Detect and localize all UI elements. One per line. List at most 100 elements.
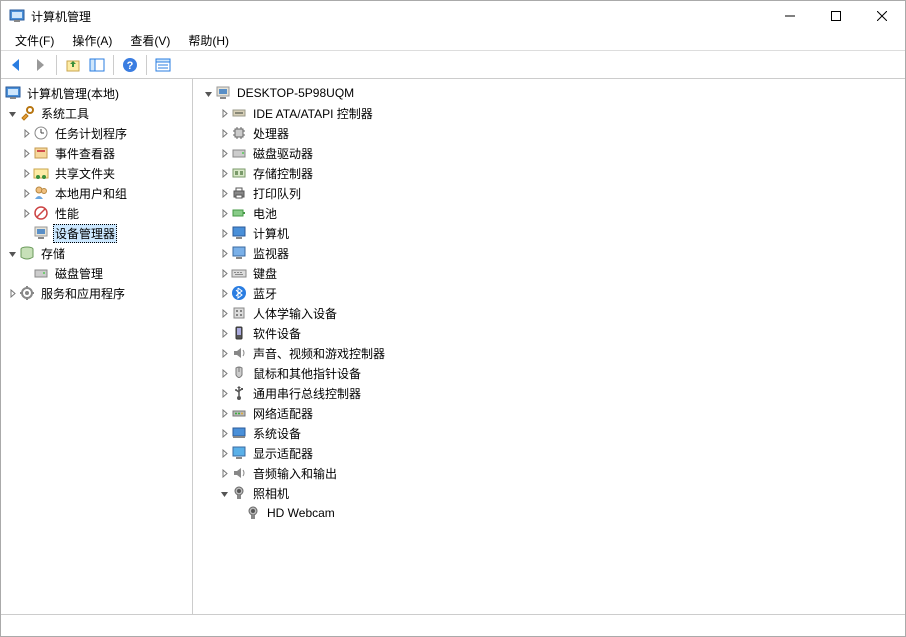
tree-item-system-tools[interactable]: 系统工具 <box>1 103 192 123</box>
device-manager-icon <box>33 225 49 241</box>
chevron-right-icon[interactable] <box>217 126 231 140</box>
chevron-right-icon[interactable] <box>217 166 231 180</box>
show-hide-tree-button[interactable] <box>86 54 108 76</box>
maximize-button[interactable] <box>813 1 859 31</box>
chevron-right-icon[interactable] <box>19 186 33 200</box>
device-label: 网络适配器 <box>251 405 315 422</box>
audio-io-icon <box>231 465 247 481</box>
device-category[interactable]: 电池 <box>193 203 905 223</box>
device-category[interactable]: 通用串行总线控制器 <box>193 383 905 403</box>
chevron-right-icon[interactable] <box>217 366 231 380</box>
chevron-right-icon[interactable] <box>217 386 231 400</box>
ide-icon <box>231 105 247 121</box>
device-label: 计算机 <box>251 225 291 242</box>
toolbar: ? <box>1 51 905 79</box>
menu-help[interactable]: 帮助(H) <box>180 31 237 50</box>
chevron-right-icon[interactable] <box>217 206 231 220</box>
menu-action[interactable]: 操作(A) <box>64 31 120 50</box>
chevron-right-icon[interactable] <box>19 126 33 140</box>
back-button[interactable] <box>5 54 27 76</box>
chevron-right-icon[interactable] <box>217 446 231 460</box>
tree-item-device-manager[interactable]: 设备管理器 <box>1 223 192 243</box>
device-label: 音频输入和输出 <box>251 465 339 482</box>
tree-label: 系统工具 <box>39 105 91 122</box>
device-category[interactable]: 处理器 <box>193 123 905 143</box>
network-icon <box>231 405 247 421</box>
forward-button[interactable] <box>29 54 51 76</box>
tree-item-storage[interactable]: 存储 <box>1 243 192 263</box>
chevron-right-icon[interactable] <box>217 186 231 200</box>
computer-icon <box>215 85 231 101</box>
chevron-right-icon[interactable] <box>217 226 231 240</box>
titlebar: 计算机管理 <box>1 1 905 31</box>
tree-item-task-scheduler[interactable]: 任务计划程序 <box>1 123 192 143</box>
tree-item-services[interactable]: 服务和应用程序 <box>1 283 192 303</box>
device-category[interactable]: 人体学输入设备 <box>193 303 905 323</box>
display-icon <box>231 445 247 461</box>
device-label: 电池 <box>251 205 279 222</box>
chevron-down-icon[interactable] <box>217 486 231 500</box>
chevron-right-icon[interactable] <box>19 166 33 180</box>
device-category[interactable]: 磁盘驱动器 <box>193 143 905 163</box>
device-label: 蓝牙 <box>251 285 279 302</box>
device-category[interactable]: 计算机 <box>193 223 905 243</box>
device-category-camera[interactable]: 照相机 <box>193 483 905 503</box>
chevron-right-icon[interactable] <box>217 466 231 480</box>
chevron-right-icon[interactable] <box>217 346 231 360</box>
device-category[interactable]: 显示适配器 <box>193 443 905 463</box>
device-item-webcam[interactable]: HD Webcam <box>193 503 905 523</box>
device-label: 键盘 <box>251 265 279 282</box>
device-category[interactable]: 音频输入和输出 <box>193 463 905 483</box>
close-button[interactable] <box>859 1 905 31</box>
chevron-right-icon[interactable] <box>19 206 33 220</box>
chevron-right-icon[interactable] <box>217 246 231 260</box>
chevron-down-icon[interactable] <box>201 86 215 100</box>
performance-icon <box>33 205 49 221</box>
chevron-down-icon[interactable] <box>5 246 19 260</box>
chevron-right-icon[interactable] <box>217 426 231 440</box>
camera-icon <box>245 505 261 521</box>
tree-item-disk-management[interactable]: 磁盘管理 <box>1 263 192 283</box>
computer-mgmt-icon <box>5 85 21 101</box>
chevron-right-icon[interactable] <box>19 146 33 160</box>
device-root[interactable]: DESKTOP-5P98UQM <box>193 83 905 103</box>
device-category[interactable]: IDE ATA/ATAPI 控制器 <box>193 103 905 123</box>
up-button[interactable] <box>62 54 84 76</box>
device-label: 存储控制器 <box>251 165 315 182</box>
device-label: 人体学输入设备 <box>251 305 339 322</box>
menu-file[interactable]: 文件(F) <box>7 31 62 50</box>
device-label: IDE ATA/ATAPI 控制器 <box>251 105 375 122</box>
chevron-right-icon[interactable] <box>217 306 231 320</box>
chevron-right-icon[interactable] <box>217 106 231 120</box>
tree-root[interactable]: 计算机管理(本地) <box>1 83 192 103</box>
chevron-right-icon[interactable] <box>217 286 231 300</box>
tree-item-local-users[interactable]: 本地用户和组 <box>1 183 192 203</box>
hid-icon <box>231 305 247 321</box>
chevron-down-icon[interactable] <box>5 106 19 120</box>
device-category[interactable]: 监视器 <box>193 243 905 263</box>
device-category[interactable]: 存储控制器 <box>193 163 905 183</box>
tree-item-performance[interactable]: 性能 <box>1 203 192 223</box>
monitor-blue-icon <box>231 225 247 241</box>
tree-item-event-viewer[interactable]: 事件查看器 <box>1 143 192 163</box>
minimize-button[interactable] <box>767 1 813 31</box>
device-category[interactable]: 网络适配器 <box>193 403 905 423</box>
help-button[interactable]: ? <box>119 54 141 76</box>
chevron-right-icon[interactable] <box>217 326 231 340</box>
menu-view[interactable]: 查看(V) <box>122 31 178 50</box>
tree-item-shared-folders[interactable]: 共享文件夹 <box>1 163 192 183</box>
chevron-right-icon[interactable] <box>217 266 231 280</box>
device-category[interactable]: 软件设备 <box>193 323 905 343</box>
bluetooth-icon <box>231 285 247 301</box>
properties-button[interactable] <box>152 54 174 76</box>
device-category[interactable]: 声音、视频和游戏控制器 <box>193 343 905 363</box>
printer-icon <box>231 185 247 201</box>
chevron-right-icon[interactable] <box>5 286 19 300</box>
device-category[interactable]: 系统设备 <box>193 423 905 443</box>
device-category[interactable]: 蓝牙 <box>193 283 905 303</box>
chevron-right-icon[interactable] <box>217 406 231 420</box>
device-category[interactable]: 鼠标和其他指针设备 <box>193 363 905 383</box>
chevron-right-icon[interactable] <box>217 146 231 160</box>
device-category[interactable]: 键盘 <box>193 263 905 283</box>
device-category[interactable]: 打印队列 <box>193 183 905 203</box>
